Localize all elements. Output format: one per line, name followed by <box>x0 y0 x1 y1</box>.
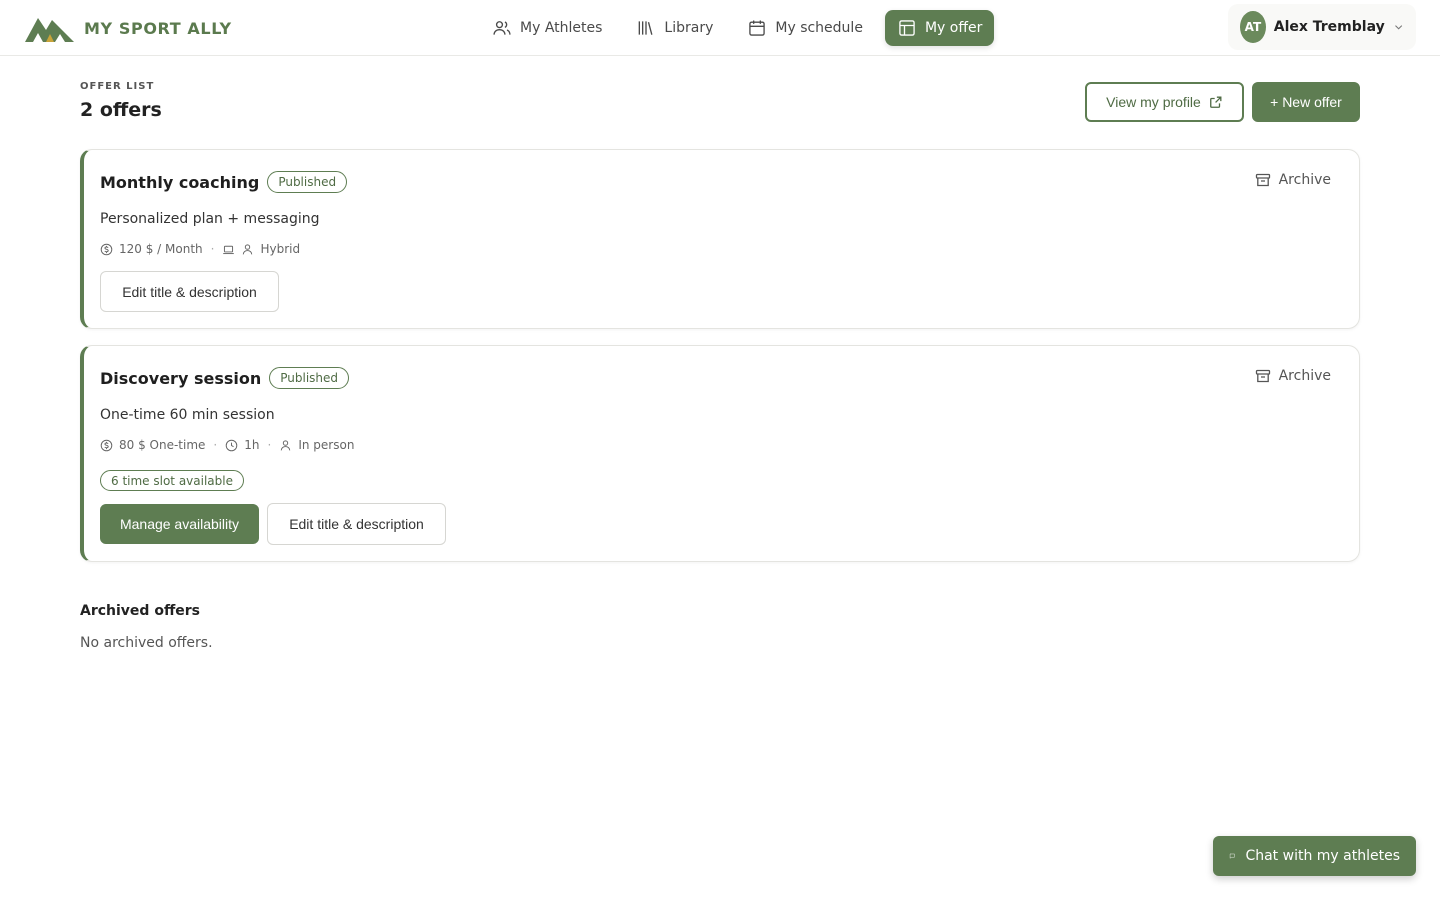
library-icon <box>639 21 653 35</box>
offer-title-row: Monthly coaching Published <box>100 171 348 193</box>
offer-title: Discovery session <box>100 368 262 388</box>
archive-button[interactable]: Archive <box>1255 368 1331 384</box>
main-nav: My Athletes Library My schedule My offer <box>480 10 995 46</box>
nav-item-my-schedule[interactable]: My schedule <box>735 10 875 46</box>
top-bar: MY SPORT ALLY My Athletes Library My sch… <box>0 0 1440 56</box>
edit-title-description-button[interactable]: Edit title & description <box>267 503 446 545</box>
person-icon <box>243 243 253 254</box>
nav-item-my-offer[interactable]: My offer <box>884 10 995 46</box>
offer-title-row: Discovery session Published <box>100 367 350 389</box>
page-title: 2 offers <box>80 99 162 121</box>
page-eyebrow: OFFER LIST <box>80 81 155 92</box>
nav-label: My Athletes <box>520 20 603 36</box>
nav-label: My offer <box>924 20 983 36</box>
external-link-icon <box>1209 96 1222 108</box>
edit-title-description-button[interactable]: Edit title & description <box>100 271 279 312</box>
offer-meta: 80 $ One-time · 1h · In person <box>100 438 354 452</box>
nav-label: My schedule <box>775 20 863 36</box>
person-icon <box>281 439 291 450</box>
user-menu[interactable]: AT Alex Tremblay <box>1228 4 1416 50</box>
offer-mode: Hybrid <box>260 242 301 256</box>
archive-label: Archive <box>1278 368 1331 384</box>
layout-icon <box>899 20 915 36</box>
archived-offers-empty: No archived offers. <box>80 635 213 651</box>
dollar-circle-icon <box>100 243 113 255</box>
user-name: Alex Tremblay <box>1273 19 1385 35</box>
offer-price: 120 $ / Month <box>119 242 203 256</box>
offer-price: 80 $ One-time <box>119 438 206 452</box>
users-icon <box>493 21 511 35</box>
brand-name: MY SPORT ALLY <box>84 18 232 38</box>
offer-duration: 1h <box>244 438 260 452</box>
mountain-logo-icon <box>25 18 74 42</box>
message-icon <box>1229 853 1235 859</box>
chat-with-athletes-button[interactable]: Chat with my athletes <box>1213 836 1416 876</box>
archive-label: Archive <box>1278 172 1331 188</box>
dollar-circle-icon <box>100 439 113 451</box>
calendar-icon <box>749 20 766 36</box>
archive-button[interactable]: Archive <box>1255 172 1331 188</box>
archived-offers-heading: Archived offers <box>80 603 201 619</box>
manage-availability-button[interactable]: Manage availability <box>100 504 259 544</box>
nav-item-my-athletes[interactable]: My Athletes <box>480 10 614 46</box>
time-slot-badge: 6 time slot available <box>100 470 244 491</box>
status-badge: Published <box>267 171 348 193</box>
offer-description: Personalized plan + messaging <box>100 211 320 227</box>
offer-description: One-time 60 min session <box>100 407 275 423</box>
chevron-down-icon <box>1394 25 1402 30</box>
laptop-icon <box>223 245 235 254</box>
archive-icon <box>1255 173 1270 187</box>
offer-title: Monthly coaching <box>100 172 260 192</box>
new-offer-button[interactable]: + New offer <box>1252 82 1360 122</box>
separator-dot: · <box>210 242 215 256</box>
nav-label: Library <box>664 20 714 36</box>
separator-dot: · <box>267 438 272 452</box>
avatar: AT <box>1240 11 1266 43</box>
view-profile-label: View my profile <box>1106 94 1201 110</box>
offer-meta: 120 $ / Month · Hybrid <box>100 242 300 256</box>
clock-icon <box>225 439 238 451</box>
archive-icon <box>1255 369 1270 383</box>
status-badge: Published <box>269 367 350 389</box>
brand-logo[interactable]: MY SPORT ALLY <box>24 12 232 44</box>
nav-item-library[interactable]: Library <box>624 10 725 46</box>
offer-mode: In person <box>298 438 355 452</box>
separator-dot: · <box>213 438 218 452</box>
offer-card: Discovery session Published Archive One-… <box>80 345 1360 562</box>
chat-label: Chat with my athletes <box>1245 848 1400 864</box>
offer-card: Monthly coaching Published Archive Perso… <box>80 149 1360 329</box>
view-profile-button[interactable]: View my profile <box>1085 82 1244 122</box>
